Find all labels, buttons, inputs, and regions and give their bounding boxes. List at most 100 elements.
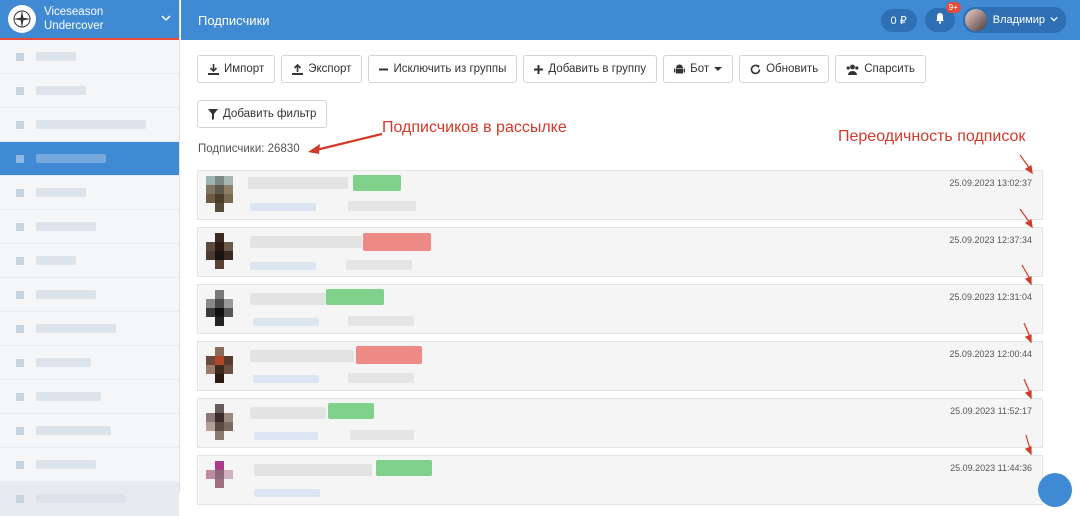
- annotation-arrow: [308, 132, 383, 154]
- parse-label: Спарсить: [864, 63, 915, 75]
- avatar: [206, 404, 242, 442]
- subscriber-row[interactable]: 25.09.2023 11:52:17: [197, 398, 1043, 448]
- brand-switcher[interactable]: Viceseason Undercover: [0, 0, 179, 40]
- menu-icon: [16, 256, 24, 265]
- brand-line-2: Undercover: [44, 20, 104, 32]
- sidebar-item-label: [36, 290, 96, 299]
- sidebar-item[interactable]: [0, 108, 179, 142]
- caret-down-icon: [714, 67, 723, 71]
- balance-button[interactable]: 0 ₽: [880, 8, 917, 32]
- periodicity-arrows: [1019, 154, 1033, 456]
- meta-blurred: [348, 316, 414, 326]
- sidebar-item[interactable]: [0, 278, 179, 312]
- avatar: [206, 461, 242, 499]
- sidebar-item-label: [36, 222, 96, 231]
- menu-icon: [16, 52, 24, 61]
- menu-icon: [16, 290, 24, 299]
- menu-icon: [16, 426, 24, 435]
- refresh-button[interactable]: Обновить: [739, 55, 830, 83]
- parse-button[interactable]: Спарсить: [835, 55, 926, 83]
- toolbar: Импорт Экспорт Исключить из группы Добав…: [197, 55, 932, 83]
- add-label: Добавить в группу: [548, 63, 647, 75]
- download-icon: [208, 63, 219, 75]
- menu-icon: [16, 188, 24, 197]
- plus-icon: [534, 64, 544, 74]
- sidebar-item[interactable]: [0, 312, 179, 346]
- avatar: [206, 233, 242, 271]
- user-name: Владимир: [992, 14, 1045, 26]
- sidebar-item[interactable]: [0, 74, 179, 108]
- bot-dropdown-button[interactable]: Бот: [663, 55, 734, 83]
- export-button[interactable]: Экспорт: [281, 55, 363, 83]
- avatar: [964, 9, 987, 31]
- user-name-blurred: [250, 236, 362, 248]
- add-to-group-button[interactable]: Добавить в группу: [523, 55, 658, 83]
- username-blurred: [250, 262, 316, 270]
- bot-label: Бот: [690, 63, 710, 75]
- status-badge: [326, 289, 384, 305]
- sidebar-item[interactable]: [0, 346, 179, 380]
- menu-icon: [16, 222, 24, 231]
- menu-icon: [16, 86, 24, 95]
- avatar: [206, 290, 242, 328]
- annotation-periodicity: Переодичность подписок: [838, 128, 1026, 145]
- subscriber-row[interactable]: 25.09.2023 11:44:36: [197, 455, 1043, 505]
- sidebar-item-subscribers[interactable]: [0, 142, 179, 176]
- meta-blurred: [348, 201, 416, 211]
- sidebar-item-label: [36, 392, 101, 401]
- user-name-blurred: [250, 407, 326, 419]
- notifications-button[interactable]: 9+: [924, 2, 961, 32]
- menu-icon: [16, 392, 24, 401]
- sidebar-item-label: [36, 120, 146, 129]
- sidebar-item-label: [36, 494, 126, 503]
- add-filter-label: Добавить фильтр: [223, 108, 317, 120]
- sidebar-item[interactable]: [0, 448, 179, 482]
- sidebar-item[interactable]: [0, 176, 179, 210]
- subscriber-row[interactable]: 25.09.2023 12:31:04: [197, 284, 1043, 334]
- subscriber-row[interactable]: 25.09.2023 13:02:37: [197, 170, 1043, 220]
- status-badge: [353, 175, 401, 191]
- sidebar-item[interactable]: [0, 482, 179, 516]
- sidebar-item-label: [36, 358, 91, 367]
- user-name-blurred: [250, 350, 354, 362]
- refresh-icon: [750, 64, 761, 74]
- filter-icon: [208, 108, 218, 120]
- import-button[interactable]: Импорт: [197, 55, 276, 83]
- user-menu[interactable]: Владимир: [962, 7, 1066, 33]
- username-blurred: [254, 489, 320, 497]
- export-label: Экспорт: [308, 63, 352, 75]
- sidebar-item-label: [36, 460, 96, 469]
- sidebar-item-label: [36, 324, 116, 333]
- meta-blurred: [348, 373, 414, 383]
- username-blurred: [253, 318, 319, 326]
- menu-icon: [16, 460, 24, 469]
- add-filter-button[interactable]: Добавить фильтр: [197, 100, 328, 128]
- status-badge: [356, 346, 422, 364]
- top-bar: Подписчики 0 ₽ 9+ Владимир: [181, 0, 1080, 40]
- sidebar-item[interactable]: [0, 414, 179, 448]
- exclude-from-group-button[interactable]: Исключить из группы: [368, 55, 518, 83]
- chat-widget-button[interactable]: [1038, 473, 1072, 507]
- subscriber-row[interactable]: 25.09.2023 12:37:34: [197, 227, 1043, 277]
- subscriber-row[interactable]: 25.09.2023 12:00:44: [197, 341, 1043, 391]
- sidebar-item-label: [36, 154, 106, 163]
- sidebar-item-label: [36, 86, 86, 95]
- brand-line-1: Viceseason: [44, 6, 104, 18]
- sidebar-item[interactable]: [0, 40, 179, 74]
- menu-icon: [16, 120, 24, 129]
- avatar: [206, 347, 242, 385]
- status-badge: [376, 460, 432, 476]
- sidebar-item[interactable]: [0, 380, 179, 414]
- sidebar-item-label: [36, 256, 76, 265]
- username-blurred: [254, 432, 318, 440]
- sidebar-item[interactable]: [0, 210, 179, 244]
- annotation-subscribers: Подписчиков в рассылке: [382, 119, 567, 136]
- menu-icon: [16, 324, 24, 333]
- meta-blurred: [350, 430, 414, 440]
- subscriber-count: Подписчики: 26830: [198, 143, 300, 155]
- chevron-down-icon[interactable]: [161, 12, 171, 26]
- sidebar-item[interactable]: [0, 244, 179, 278]
- user-name-blurred: [254, 464, 372, 476]
- sidebar-item-label: [36, 426, 111, 435]
- avatar: [206, 176, 242, 214]
